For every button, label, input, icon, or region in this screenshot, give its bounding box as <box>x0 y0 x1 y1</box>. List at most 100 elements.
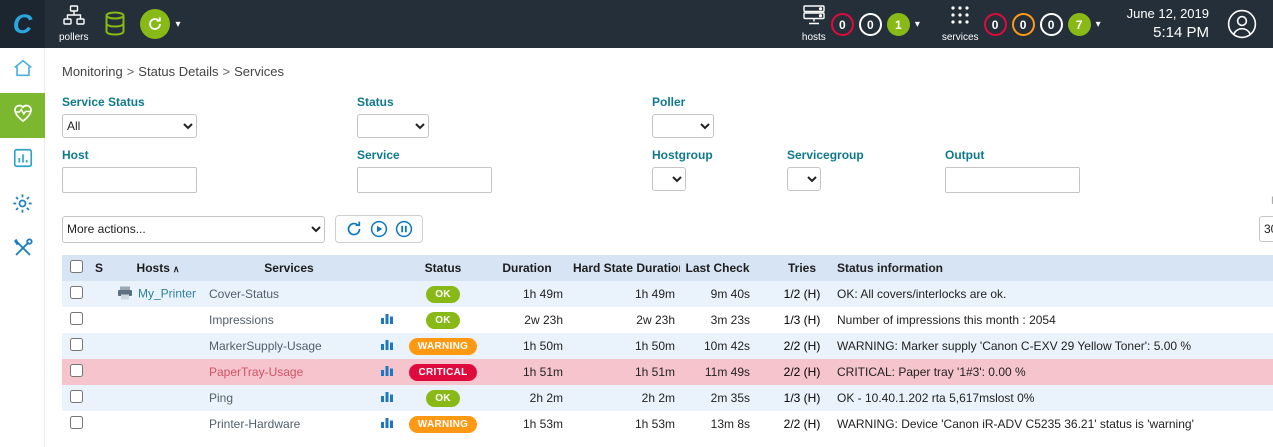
service-link[interactable]: PaperTray-Usage <box>209 365 303 379</box>
date-text: June 12, 2019 <box>1127 6 1209 23</box>
breadcrumb-item[interactable]: Monitoring <box>62 64 123 79</box>
duration-cell: 1h 53m <box>486 411 568 437</box>
counter-badge[interactable]: 0 <box>831 13 854 36</box>
host-counters: 001 <box>826 13 910 36</box>
chevron-down-icon[interactable]: ▾ <box>175 19 180 30</box>
service-label: Service <box>357 148 652 162</box>
row-checkbox[interactable] <box>70 390 83 403</box>
tries-cell: 1/3 (H) <box>772 385 832 411</box>
gear-icon <box>11 192 34 220</box>
chevron-down-icon[interactable]: ▾ <box>915 19 920 30</box>
counter-badge[interactable]: 1 <box>887 13 910 36</box>
host-label: Host <box>62 148 357 162</box>
header-s[interactable]: S <box>90 255 112 281</box>
graph-icon[interactable] <box>380 418 394 432</box>
centreon-logo[interactable]: C <box>0 0 45 48</box>
row-checkbox[interactable] <box>70 416 83 429</box>
breadcrumb-separator: > <box>223 64 231 79</box>
header-last-check[interactable]: Last Check <box>680 255 772 281</box>
header-tries[interactable]: Tries <box>772 255 832 281</box>
sync-status-icon[interactable] <box>140 9 170 39</box>
header-duration[interactable]: Duration <box>486 255 568 281</box>
status-label: Status <box>357 95 652 109</box>
hard-state-duration-cell: 1h 50m <box>568 333 680 359</box>
service-input[interactable] <box>357 167 492 193</box>
hosts-menu[interactable]: hosts <box>802 5 826 43</box>
hostgroup-label: Hostgroup <box>652 148 787 162</box>
row-checkbox[interactable] <box>70 364 83 377</box>
services-menu[interactable]: services <box>942 5 979 43</box>
filter-panel: Service Status All Status Poller <box>45 89 1273 207</box>
table-row: Ping OK 2h 2m 2h 2m 2m 35s 1/3 (H) OK - … <box>62 385 1273 411</box>
service-status-select[interactable]: All <box>62 114 197 138</box>
row-checkbox[interactable] <box>70 312 83 325</box>
header-services[interactable]: Services <box>204 255 374 281</box>
page-size-select[interactable]: 30 <box>1259 216 1273 242</box>
servicegroup-select[interactable] <box>787 167 821 191</box>
status-select[interactable] <box>357 114 429 138</box>
host-input[interactable] <box>62 167 197 193</box>
poller-label: Poller <box>652 95 714 109</box>
graph-icon[interactable] <box>380 314 394 328</box>
service-link[interactable]: Ping <box>209 391 233 405</box>
topbar: C pollers ▾ hosts <box>0 0 1273 48</box>
tries-cell: 1/3 (H) <box>772 307 832 333</box>
service-link[interactable]: Cover-Status <box>209 287 279 301</box>
status-badge: WARNING <box>409 416 477 433</box>
service-status-label: Service Status <box>62 95 357 109</box>
output-input[interactable] <box>945 167 1080 193</box>
hard-state-duration-cell: 1h 51m <box>568 359 680 385</box>
output-label: Output <box>945 148 1080 162</box>
sidebar-item-reporting[interactable] <box>0 138 45 183</box>
counter-badge[interactable]: 0 <box>984 13 1007 36</box>
sidebar-item-administration[interactable] <box>0 228 45 273</box>
chevron-down-icon[interactable]: ▾ <box>1096 19 1101 30</box>
header-hard-state-duration[interactable]: Hard State Duration <box>568 255 680 281</box>
row-s-cell <box>90 411 112 437</box>
header-graph <box>374 255 400 281</box>
sidebar-item-home[interactable] <box>0 48 45 93</box>
status-information-cell: WARNING: Device 'Canon iR-ADV C5235 36.2… <box>832 411 1273 437</box>
table-header-row: S Hosts∧ Services Status Duration Hard S… <box>62 255 1273 281</box>
service-table-body: My_Printer Cover-Status OK 1h 49m 1h 49m… <box>62 281 1273 437</box>
row-checkbox[interactable] <box>70 338 83 351</box>
header-status-information[interactable]: Status information <box>832 255 1273 281</box>
hosts-label: hosts <box>802 32 826 43</box>
counter-badge[interactable]: 0 <box>1040 13 1063 36</box>
counter-badge[interactable]: 0 <box>1012 13 1035 36</box>
service-link[interactable]: Printer-Hardware <box>209 417 300 431</box>
more-actions-select[interactable]: More actions... <box>62 216 325 243</box>
pause-button[interactable] <box>395 220 413 238</box>
graph-icon[interactable] <box>380 392 394 406</box>
service-link[interactable]: Impressions <box>209 313 274 327</box>
hostgroup-select[interactable] <box>652 167 686 191</box>
row-s-cell <box>90 281 112 307</box>
host-link[interactable]: My_Printer <box>138 286 196 300</box>
graph-icon[interactable] <box>380 366 394 380</box>
refresh-button[interactable] <box>345 220 363 238</box>
counter-badge[interactable]: 0 <box>859 13 882 36</box>
header-status[interactable]: Status <box>400 255 486 281</box>
sidebar <box>0 48 45 447</box>
counter-badge[interactable]: 7 <box>1068 13 1091 36</box>
graph-icon[interactable] <box>380 340 394 354</box>
user-avatar[interactable] <box>1227 9 1257 39</box>
last-check-cell: 10m 42s <box>680 333 772 359</box>
play-button[interactable] <box>370 220 388 238</box>
header-hosts[interactable]: Hosts∧ <box>112 255 204 281</box>
row-checkbox[interactable] <box>70 286 83 299</box>
hard-state-duration-cell: 2h 2m <box>568 385 680 411</box>
database-status-icon[interactable] <box>104 11 126 38</box>
sidebar-item-configuration[interactable] <box>0 183 45 228</box>
duration-cell: 1h 49m <box>486 281 568 307</box>
tools-icon <box>12 237 34 264</box>
sidebar-item-monitoring[interactable] <box>0 93 45 138</box>
select-all-checkbox[interactable] <box>70 260 83 273</box>
row-s-cell <box>90 385 112 411</box>
service-link[interactable]: MarkerSupply-Usage <box>209 339 322 353</box>
breadcrumb-item[interactable]: Services <box>234 64 284 79</box>
breadcrumb-item[interactable]: Status Details <box>138 64 218 79</box>
main-content: Monitoring>Status Details>Services Servi… <box>45 48 1273 447</box>
poller-select[interactable] <box>652 114 714 138</box>
pollers-menu[interactable]: pollers <box>59 5 88 43</box>
